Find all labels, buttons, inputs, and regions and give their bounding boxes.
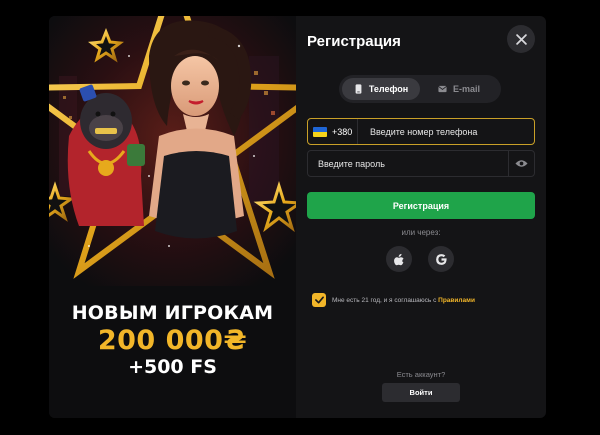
promo-offer: НОВЫМ ИГРОКАМ 200 000₴ +500 FS <box>49 304 296 377</box>
phone-field: +380 <box>307 118 535 145</box>
checkmark-icon <box>314 296 324 304</box>
rules-link[interactable]: Правилами <box>438 297 475 304</box>
registration-modal: НОВЫМ ИГРОКАМ 200 000₴ +500 FS Регистрац… <box>49 16 546 418</box>
ukraine-flag-icon <box>313 126 327 137</box>
promo-illustration <box>49 16 296 286</box>
tab-phone-label: Телефон <box>368 84 409 94</box>
agreement-label: Мне есть 21 год, и я соглашаюсь с <box>332 296 439 304</box>
close-button[interactable] <box>507 25 535 53</box>
password-input[interactable] <box>308 151 508 176</box>
social-divider: или через: <box>401 228 441 237</box>
register-button[interactable]: Регистрация <box>307 192 535 219</box>
social-login-group <box>386 246 454 272</box>
registration-method-tabs: Телефон E-mail <box>339 75 501 103</box>
phone-icon <box>355 84 362 94</box>
modal-title: Регистрация <box>307 33 401 50</box>
promo-bonus-amount: 200 000₴ <box>97 325 248 356</box>
mail-icon <box>438 85 447 93</box>
phone-input[interactable] <box>358 119 534 144</box>
agree-checkbox[interactable] <box>312 293 326 307</box>
country-code-select[interactable]: +380 <box>308 119 358 144</box>
agreement-text: Мне есть 21 год, и я соглашаюсь с Правил… <box>332 297 475 304</box>
apple-login-button[interactable] <box>386 246 412 272</box>
promo-free-spins: +500 FS <box>128 356 217 378</box>
password-field <box>307 150 535 177</box>
eye-icon <box>515 160 528 167</box>
promo-panel: НОВЫМ ИГРОКАМ 200 000₴ +500 FS <box>49 16 296 418</box>
close-icon <box>515 33 527 45</box>
have-account-prompt: Есть аккаунт? <box>396 370 446 379</box>
google-icon <box>435 253 447 265</box>
tab-email-label: E-mail <box>452 84 480 94</box>
toggle-password-visibility-button[interactable] <box>508 151 534 176</box>
apple-icon <box>393 253 404 265</box>
promo-headline: НОВЫМ ИГРОКАМ <box>71 302 274 324</box>
country-code: +380 <box>332 126 353 137</box>
tab-phone[interactable]: Телефон <box>342 78 420 100</box>
tab-email[interactable]: E-mail <box>420 78 498 100</box>
login-button[interactable]: Войти <box>382 383 460 402</box>
google-login-button[interactable] <box>428 246 454 272</box>
age-terms-agreement: Мне есть 21 год, и я соглашаюсь с Правил… <box>312 293 475 307</box>
